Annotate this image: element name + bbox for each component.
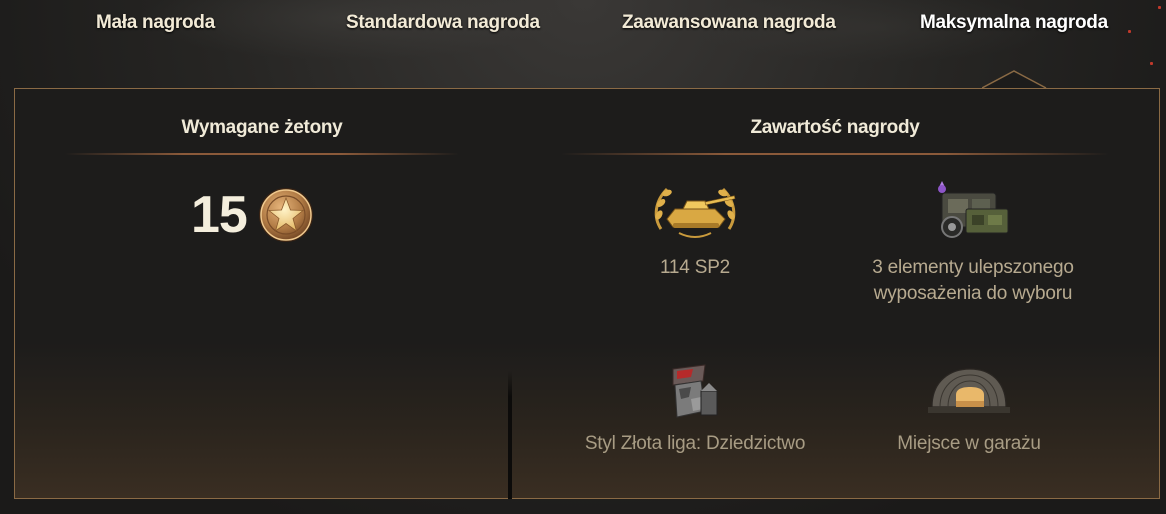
reward-item-label: Miejsce w garażu [897,433,1041,454]
reward-item-label: 114 SP2 [659,257,731,278]
ember-decoration [1150,62,1153,65]
equipment-crate-icon [938,181,1009,238]
reward-item-garage-slot[interactable]: Miejsce w garażu [879,361,1059,457]
reward-item-style[interactable]: Styl Złota liga: Dziedzictwo [561,361,829,457]
star-token-icon [258,188,313,242]
reward-tier-tabs: Mała nagroda Standardowa nagroda Zaawans… [0,0,1166,89]
reward-contents-title: Zawartość nagrody [750,117,920,138]
reward-item-label: 3 elementy ulepszonego wyposażenia do wy… [853,255,1093,307]
reward-item-label: Styl Złota liga: Dziedzictwo [584,433,806,454]
reward-panel: Wymagane żetony 15 Zawartość nagrody 114… [14,88,1160,499]
reward-item-equipment[interactable]: 3 elementy ulepszonego wyposażenia do wy… [853,179,1093,307]
tab-small-reward[interactable]: Mała nagroda [96,12,215,40]
gold-tank-laurel-icon [654,187,736,238]
tab-advanced-reward[interactable]: Zaawansowana nagroda [622,12,836,40]
column-divider [508,371,512,499]
title-underline [561,153,1109,155]
reward-item-tank[interactable]: 114 SP2 [605,179,785,281]
title-underline [65,153,459,155]
reward-item-label-line: wyposażenia do wyboru [873,283,1073,304]
tab-maximum-reward[interactable]: Maksymalna nagroda [920,12,1108,40]
reward-item-label-line: 3 elementy ulepszonego [872,257,1074,278]
reward-screen: Mała nagroda Standardowa nagroda Zaawans… [0,0,1166,514]
ember-decoration [1128,30,1131,33]
token-requirement: 15 [191,185,315,245]
ember-decoration [1158,6,1161,9]
required-tokens-title: Wymagane żetony [181,117,343,138]
token-count: 15 [191,186,248,244]
camouflage-style-icon [672,364,718,418]
garage-hangar-icon [928,368,1010,413]
tab-standard-reward[interactable]: Standardowa nagroda [346,12,540,40]
